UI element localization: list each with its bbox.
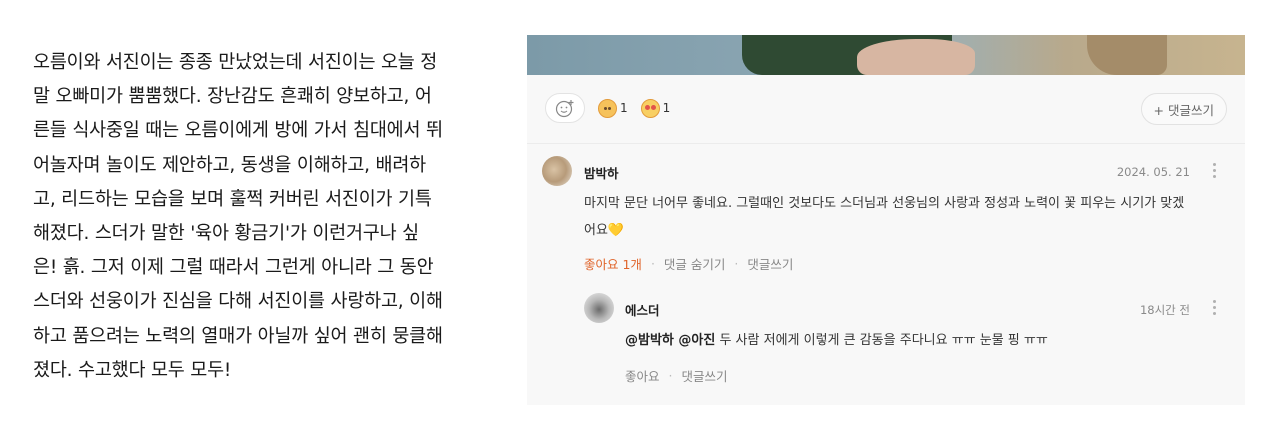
mention[interactable]: @밤박하 @아진 xyxy=(625,333,715,348)
heart-eyes-icon xyxy=(640,98,660,118)
article-line: 은! 흙. 그저 이제 그럴 때라서 그런게 아니라 그 동안 xyxy=(33,257,434,279)
article-line: 해졌다. 스더가 말한 '육아 황금기'가 이런거구나 싶 xyxy=(33,223,419,245)
more-options-icon[interactable] xyxy=(1213,163,1217,181)
comment-text: 마지막 문단 너어무 좋네요. 그럴때인 것보다도 스더님과 선웅님의 사랑과 … xyxy=(584,196,1185,238)
article-line: 고, 리드하는 모습을 보며 훌쩍 커버린 서진이가 기특 xyxy=(33,188,432,210)
post-photo xyxy=(527,35,1245,75)
article-line: 오름이와 서진이는 종종 만났었는데 서진이는 오늘 정 xyxy=(33,52,438,73)
article-line: 하고 품으려는 노력의 열매가 아닐까 싶어 괜히 뭉클해 xyxy=(33,325,443,347)
article-line: 말 오빠미가 뿜뿜했다. 장난감도 흔쾌히 양보하고, 어 xyxy=(33,86,432,108)
article-body: 오름이와 서진이는 종종 만났었는데 서진이는 오늘 정 말 오빠미가 뿜뿜했다… xyxy=(33,46,503,388)
article-line: 스더와 선웅이가 진심을 다해 서진이를 사랑하고, 이해 xyxy=(33,291,443,313)
article-line: 른들 식사중일 때는 오름이에게 방에 가서 침대에서 뛰 xyxy=(33,120,443,142)
add-reaction-button[interactable] xyxy=(545,93,585,123)
hide-replies-button[interactable]: 댓글 숨기기 xyxy=(664,254,725,273)
reaction-count: 1 xyxy=(620,101,628,115)
comment-actions: 좋아요 1개 · 댓글 숨기기 · 댓글쓰기 xyxy=(584,254,794,273)
yellow-heart-emoji: 💛 xyxy=(607,223,625,238)
like-button[interactable]: 좋아요 xyxy=(625,366,660,385)
avatar[interactable] xyxy=(542,156,572,186)
comment-author[interactable]: 밤박하 xyxy=(584,163,619,182)
bear-face-icon xyxy=(598,98,617,118)
article-line: 졌다. 수고했다 모두 모두! xyxy=(33,359,232,381)
more-options-icon[interactable] xyxy=(1213,300,1217,318)
comment-actions: 좋아요 · 댓글쓰기 xyxy=(625,366,728,385)
comment-text: @밤박하 @아진 두 사람 저에게 이렇게 큰 감동을 주다니요 ㅠㅠ 눈물 핑… xyxy=(625,333,1048,348)
like-button[interactable]: 좋아요 1개 xyxy=(584,254,642,273)
add-comment-button[interactable]: + 댓글쓰기 xyxy=(1140,93,1227,125)
reaction-heart-eyes[interactable]: 1 xyxy=(640,98,671,118)
reply-button[interactable]: 댓글쓰기 xyxy=(747,254,793,273)
comment-panel: 1 1 + 댓글쓰기 밤박하 2024. 05. 21 마지막 문단 너어무 좋… xyxy=(527,35,1245,405)
reaction-bar: 1 1 xyxy=(545,93,670,123)
article-line: 어놀자며 놀이도 제안하고, 동생을 이해하고, 배려하 xyxy=(33,154,426,176)
reply-button[interactable]: 댓글쓰기 xyxy=(682,366,728,385)
comment-author[interactable]: 에스더 xyxy=(625,300,660,319)
reaction-count: 1 xyxy=(662,101,671,115)
avatar[interactable] xyxy=(584,293,614,323)
comment-date: 2024. 05. 21 xyxy=(1116,165,1190,179)
reaction-bear[interactable]: 1 xyxy=(598,98,628,118)
smiley-plus-icon xyxy=(555,100,574,118)
divider xyxy=(527,143,1245,144)
comment-date: 18시간 전 xyxy=(1139,303,1190,317)
